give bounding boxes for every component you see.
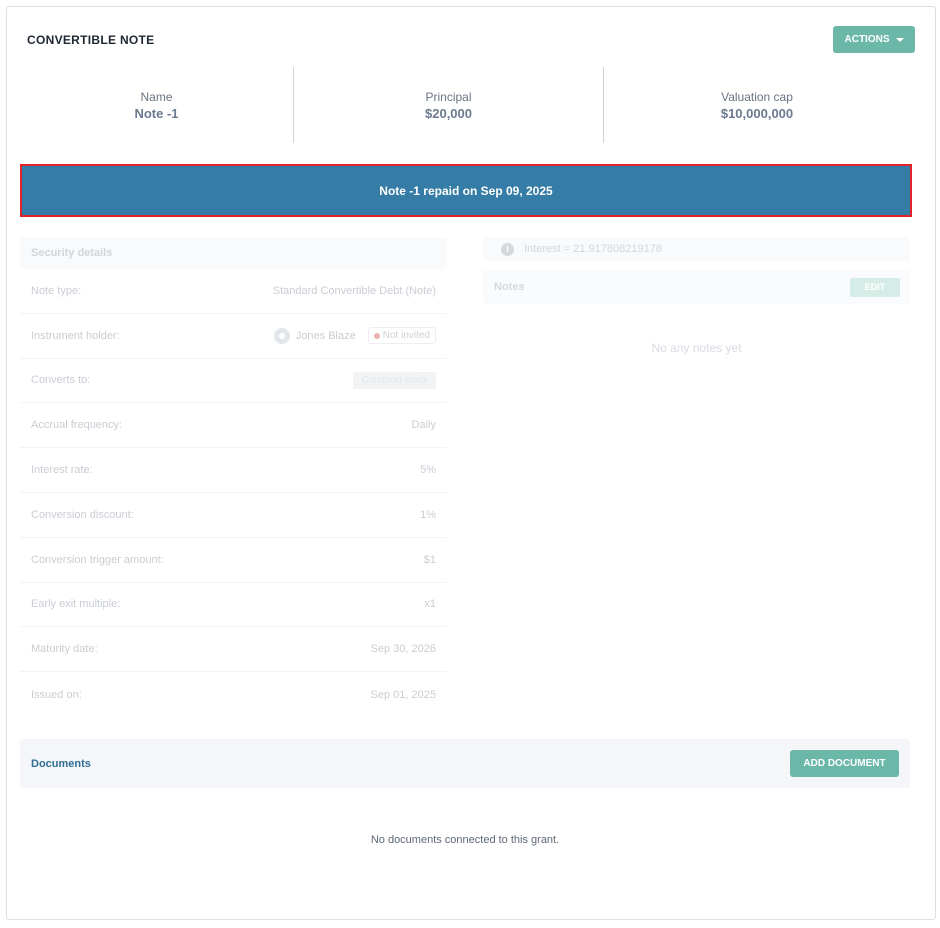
detail-label: Early exit multiple:: [31, 598, 121, 611]
interest-info: i Interest = 21.917808219178: [483, 237, 910, 261]
status-badge: Not invited: [367, 327, 436, 345]
detail-row-interest-rate: Interest rate: 5%: [20, 448, 447, 493]
detail-row-converts-to: Converts to: Common stock: [20, 359, 447, 404]
detail-label: Maturity date:: [31, 643, 98, 656]
detail-row-accrual-frequency: Accrual frequency: Daily: [20, 403, 447, 449]
summary-label: Name: [140, 89, 173, 104]
documents-header: Documents ADD DOCUMENT: [20, 739, 910, 788]
user-avatar-icon: [273, 327, 290, 344]
edit-notes-button[interactable]: EDIT: [850, 277, 900, 297]
summary-strip: Name Note -1 Principal $20,000 Valuation…: [20, 67, 910, 143]
status-dot-icon: [373, 332, 380, 339]
notes-title: Notes: [494, 281, 525, 293]
summary-value: $20,000: [425, 105, 472, 121]
detail-label: Accrual frequency:: [31, 419, 123, 432]
detail-value: 1%: [420, 508, 436, 521]
detail-label: Instrument holder:: [31, 329, 120, 342]
detail-value: Standard Convertible Debt (Note): [272, 284, 436, 297]
summary-principal: Principal $20,000: [293, 67, 604, 143]
summary-value: $10,000,000: [720, 105, 794, 121]
detail-row-note-type: Note type: Standard Convertible Debt (No…: [20, 269, 447, 314]
detail-value: Sep 01, 2025: [370, 688, 436, 701]
summary-value: Note -1: [134, 105, 179, 121]
detail-row-early-exit-multiple: Early exit multiple: x1: [20, 583, 447, 628]
documents-empty-state: No documents connected to this grant.: [370, 834, 560, 846]
info-icon: i: [501, 242, 514, 256]
notes-empty-state: No any notes yet: [651, 341, 742, 355]
detail-value: 5%: [420, 464, 436, 477]
detail-label: Converts to:: [31, 374, 91, 387]
detail-row-conversion-trigger-amount: Conversion trigger amount: $1: [20, 538, 447, 583]
notes-panel: i Interest = 21.917808219178 Notes EDIT …: [483, 237, 910, 355]
detail-value: Daily: [411, 419, 436, 432]
detail-label: Issued on:: [31, 688, 82, 701]
summary-valuation-cap: Valuation cap $10,000,000: [604, 67, 910, 143]
summary-label: Valuation cap: [721, 89, 793, 104]
detail-value: x1: [424, 598, 436, 611]
converts-to-badge: Common stock: [353, 371, 436, 389]
actions-button[interactable]: ACTIONS: [833, 26, 915, 53]
detail-label: Conversion discount:: [31, 508, 134, 521]
detail-label: Note type:: [31, 284, 82, 297]
detail-row-conversion-discount: Conversion discount: 1%: [20, 493, 447, 538]
detail-value: $1: [423, 553, 436, 566]
holder-value: Jones Blaze Not invited: [273, 327, 436, 345]
holder-name[interactable]: Jones Blaze: [296, 330, 356, 342]
interest-text: Interest = 21.917808219178: [524, 243, 662, 255]
notes-header: Notes EDIT: [483, 270, 910, 304]
summary-label: Principal: [425, 89, 472, 104]
documents-title: Documents: [31, 757, 91, 770]
page-title: CONVERTIBLE NOTE: [27, 33, 155, 47]
status-badge-label: Not invited: [382, 330, 430, 342]
repaid-banner: Note -1 repaid on Sep 09, 2025: [20, 164, 912, 217]
summary-name: Name Note -1: [20, 67, 293, 143]
detail-row-instrument-holder: Instrument holder: Jones Blaze Not invit…: [20, 314, 447, 359]
detail-label: Interest rate:: [31, 464, 93, 477]
add-document-button[interactable]: ADD DOCUMENT: [790, 750, 899, 777]
detail-label: Conversion trigger amount:: [31, 553, 164, 566]
security-details-title: Security details: [20, 237, 447, 269]
caret-down-icon: [895, 37, 904, 42]
detail-value: Sep 30, 2026: [370, 643, 436, 656]
detail-row-issued-on: Issued on: Sep 01, 2025: [20, 672, 447, 717]
actions-button-label: ACTIONS: [844, 34, 890, 45]
detail-row-maturity-date: Maturity date: Sep 30, 2026: [20, 627, 447, 673]
security-details-panel: Security details Note type: Standard Con…: [20, 237, 447, 717]
